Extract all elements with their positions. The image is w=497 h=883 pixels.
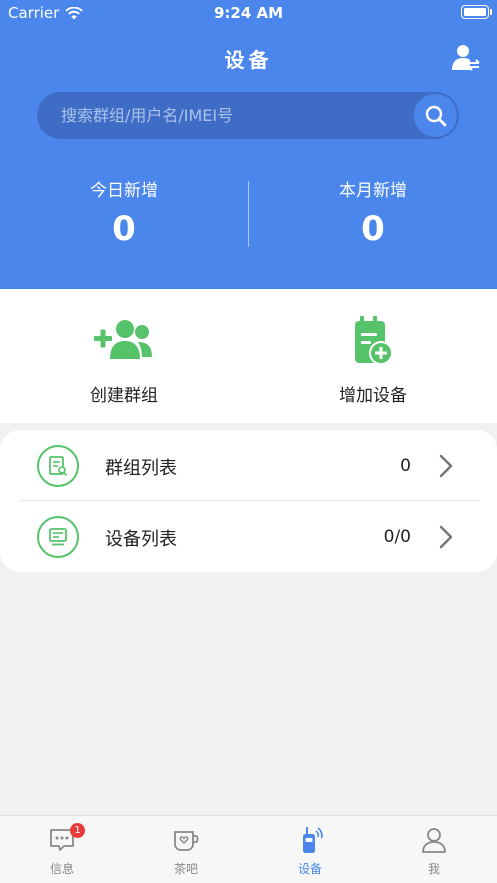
- tab-tea-label: 茶吧: [173, 862, 198, 876]
- device-list-label: 设备列表: [105, 529, 177, 550]
- stat-today-label: 今日新增: [90, 181, 158, 201]
- add-device-label: 增加设备: [339, 386, 407, 406]
- search-input[interactable]: [61, 92, 421, 139]
- group-list-icon: [37, 445, 79, 487]
- battery-icon: [461, 5, 492, 19]
- search-icon: [425, 105, 446, 126]
- chevron-right-icon: [439, 454, 453, 478]
- stat-today: 今日新增 0: [0, 176, 248, 249]
- tab-tea[interactable]: 茶吧: [124, 826, 248, 877]
- tab-devices-label: 设备: [297, 862, 322, 876]
- status-time: 9:24 AM: [213, 4, 284, 22]
- create-group-label: 创建群组: [90, 386, 158, 406]
- tab-messages[interactable]: 1 信息: [0, 823, 124, 877]
- walkie-talkie-icon: [303, 827, 323, 853]
- group-list-row[interactable]: 群组列表 0: [0, 430, 497, 501]
- search-bar: [37, 92, 459, 139]
- device-list-count: 0/0: [383, 527, 411, 547]
- device-list-icon: [37, 516, 79, 558]
- add-device-icon: [355, 316, 393, 365]
- tea-cup-icon: [174, 831, 199, 851]
- message-badge: 1: [70, 823, 85, 838]
- tab-devices[interactable]: 设备: [248, 826, 372, 877]
- add-device-button[interactable]: 增加设备: [249, 315, 497, 406]
- person-icon: [422, 828, 446, 853]
- tab-me[interactable]: 我: [372, 826, 496, 877]
- header: Carrier 9:24 AM 设备 今日新增 0 本月新增: [0, 0, 497, 289]
- stat-today-value: 0: [112, 209, 136, 249]
- status-bar: Carrier 9:24 AM: [0, 0, 497, 26]
- quick-actions: 创建群组 增加设备: [0, 289, 497, 423]
- search-button[interactable]: [414, 94, 457, 137]
- switch-user-icon[interactable]: [452, 43, 480, 71]
- add-group-icon: [94, 320, 152, 359]
- stat-month: 本月新增 0: [249, 176, 497, 249]
- stat-month-value: 0: [361, 209, 385, 249]
- device-list-row[interactable]: 设备列表 0/0: [0, 501, 497, 571]
- tab-bar: 1 信息 茶吧 设备 我: [0, 815, 497, 883]
- page-title: 设备: [224, 48, 273, 72]
- group-list-label: 群组列表: [105, 458, 177, 479]
- create-group-button[interactable]: 创建群组: [0, 315, 248, 406]
- tab-me-label: 我: [427, 862, 440, 876]
- list-card: 群组列表 0 设备列表 0/0: [0, 430, 497, 572]
- group-list-count: 0: [400, 456, 411, 476]
- chevron-right-icon: [439, 525, 453, 549]
- tab-messages-label: 信息: [49, 862, 74, 876]
- stat-month-label: 本月新增: [339, 181, 407, 201]
